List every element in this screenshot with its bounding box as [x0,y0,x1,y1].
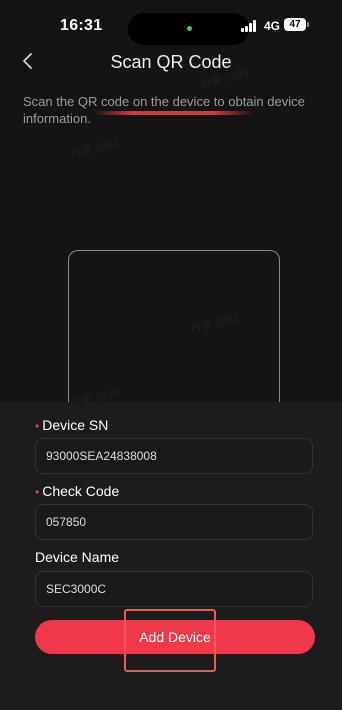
add-device-button[interactable]: Add Device [35,620,315,654]
camera-indicator-icon [187,26,192,31]
check-code-field[interactable] [35,504,313,540]
device-sn-label: • Device SN [35,417,109,433]
status-time: 16:31 [60,17,103,34]
nav-bar: Scan QR Code [0,44,342,80]
scan-line-glow [93,111,253,115]
watermark: 行家 1993 [69,136,121,162]
dynamic-island [128,13,249,45]
check-code-label: • Check Code [35,483,120,499]
signal-icon [241,20,259,32]
device-name-input[interactable] [46,572,306,606]
network-type: 4G [264,19,281,33]
device-name-field[interactable] [35,571,313,607]
required-marker: • [35,485,40,499]
device-name-label: Device Name [35,549,120,565]
check-code-input[interactable] [46,505,306,539]
battery-icon: 47 [284,18,306,31]
scan-instruction: Scan the QR code on the device to obtain… [23,94,305,126]
page-title: Scan QR Code [110,52,232,72]
device-sn-input[interactable] [46,439,306,473]
battery-tip [307,22,309,27]
required-marker: • [35,419,40,433]
status-bar: 16:31 4G 47 [0,0,342,45]
device-sn-field[interactable] [35,438,313,474]
